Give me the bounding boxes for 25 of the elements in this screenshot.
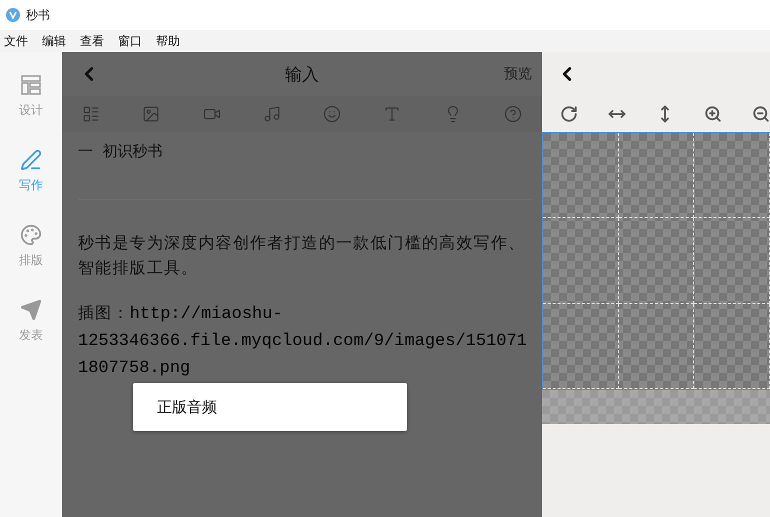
menu-item[interactable]: 查看 <box>80 32 104 50</box>
menu-item[interactable]: 窗口 <box>118 32 142 50</box>
help-icon[interactable] <box>504 105 522 123</box>
illustration-line: 插图：http://miaoshu-1253346366.file.myqcloud.com/9/images/1510711807758.png <box>78 302 528 380</box>
section-heading: 一 初识秒书 <box>78 142 533 200</box>
menu-item[interactable]: 帮助 <box>156 32 180 50</box>
app-logo-icon <box>6 8 20 22</box>
rotate-icon[interactable] <box>560 105 578 123</box>
menu-item[interactable]: 文件 <box>4 32 28 50</box>
palette-icon <box>20 224 42 246</box>
popup-menu-item[interactable]: 正版音频 <box>157 398 217 416</box>
menu-item[interactable]: 编辑 <box>42 32 66 50</box>
paper-plane-icon <box>20 299 42 321</box>
zoom-out-icon[interactable] <box>752 105 770 123</box>
layout-icon <box>20 74 42 96</box>
smiley-icon[interactable] <box>323 105 342 123</box>
window-title: 秒书 <box>26 6 50 24</box>
body-paragraph: 秒书是专为深度内容创作者打造的一款低门槛的高效写作、智能排版工具。 <box>78 232 526 279</box>
text-size-icon[interactable] <box>383 105 402 123</box>
image-icon[interactable] <box>142 105 160 123</box>
list-icon[interactable] <box>82 105 100 123</box>
zoom-in-icon[interactable] <box>704 105 722 123</box>
pen-icon <box>20 149 42 171</box>
editor-title: 输入 <box>285 64 319 86</box>
music-icon[interactable] <box>262 105 281 123</box>
